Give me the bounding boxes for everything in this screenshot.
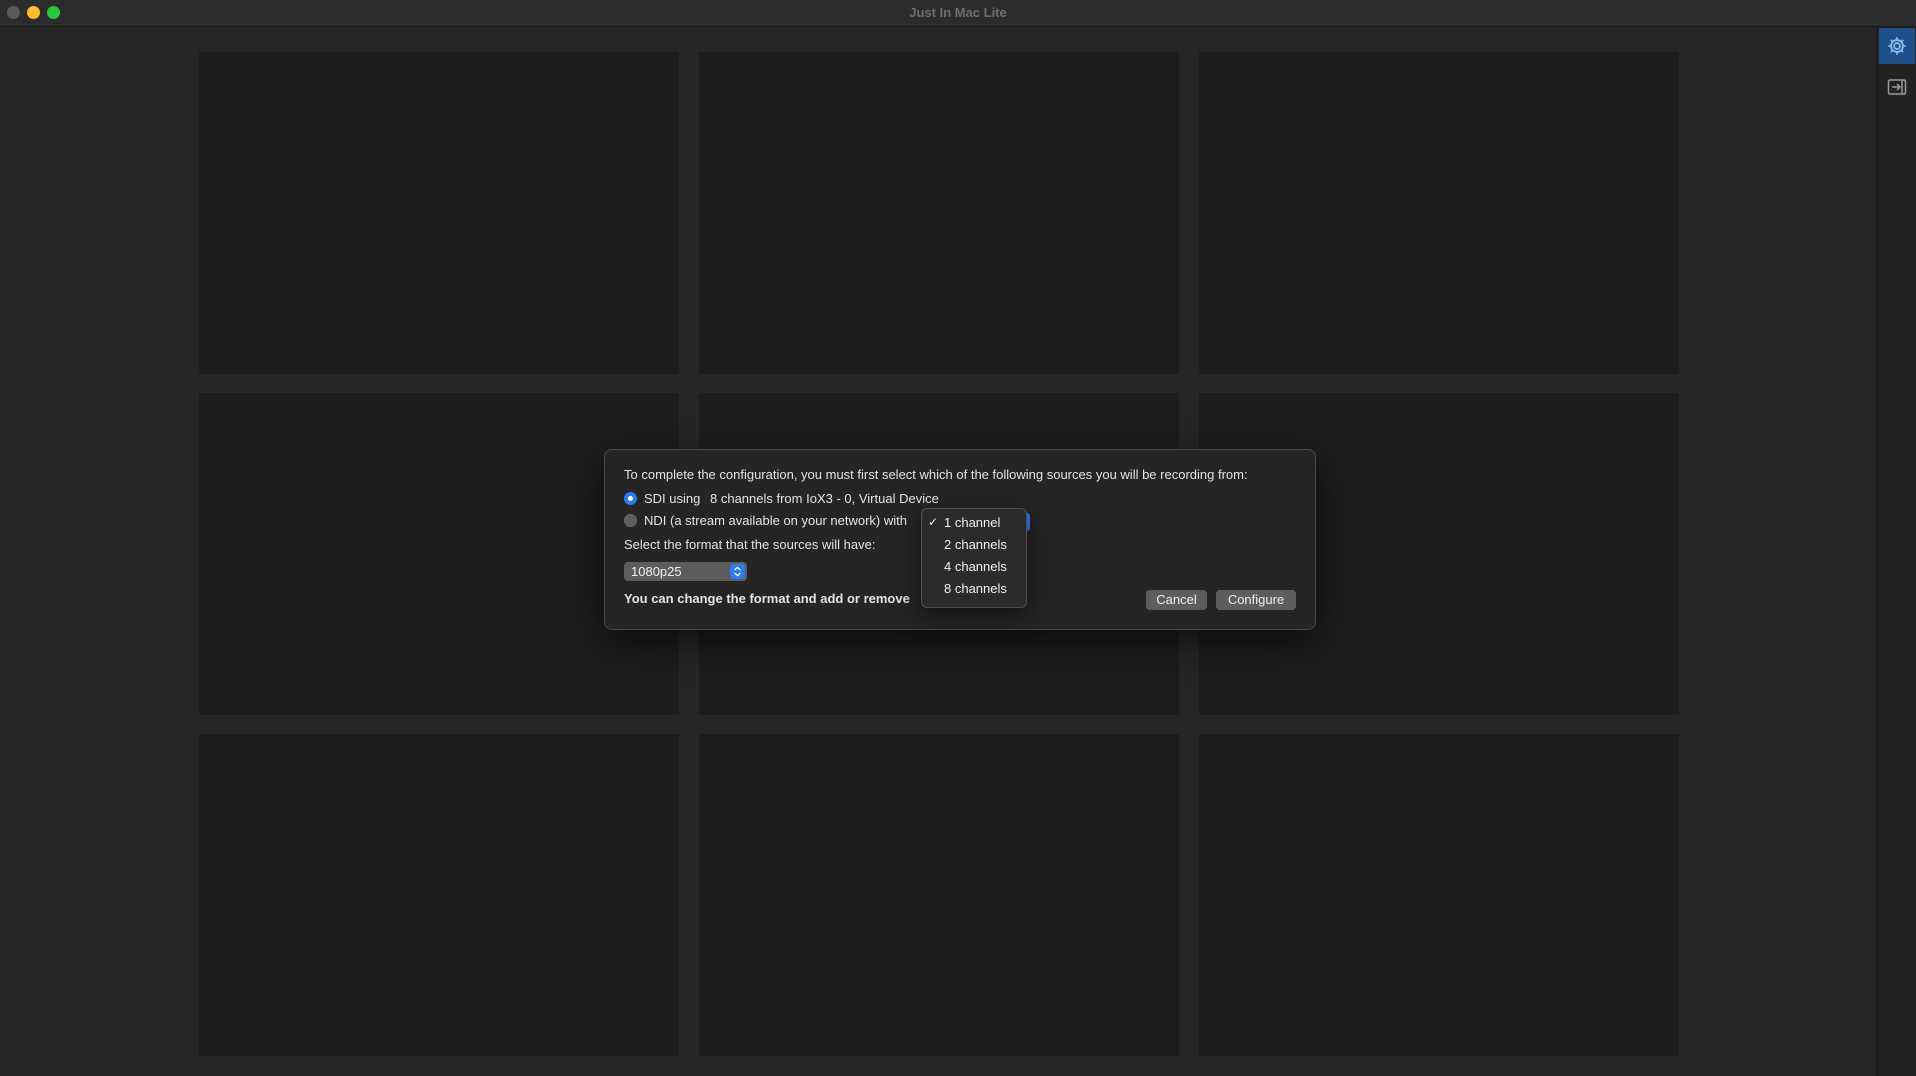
- video-tile[interactable]: [1199, 734, 1679, 1056]
- export-panel-button[interactable]: [1879, 69, 1915, 105]
- configure-button[interactable]: Configure: [1216, 590, 1296, 610]
- dialog-note: You can change the format and add or rem…: [624, 591, 910, 606]
- channels-option-2[interactable]: 2 channels: [922, 534, 1026, 556]
- channels-option-8[interactable]: 8 channels: [922, 578, 1026, 600]
- chevron-updown-icon: [730, 564, 745, 579]
- sdi-label[interactable]: SDI using: [644, 491, 700, 506]
- format-select[interactable]: 1080p25: [624, 562, 747, 581]
- dialog-intro-text: To complete the configuration, you must …: [624, 467, 1248, 482]
- window-title: Just In Mac Lite: [909, 5, 1007, 20]
- ndi-radio[interactable]: [624, 514, 637, 527]
- panel-export-icon: [1887, 79, 1907, 95]
- format-prompt: Select the format that the sources will …: [624, 537, 876, 552]
- right-toolbar: [1876, 27, 1916, 1076]
- video-tile[interactable]: [699, 52, 1179, 374]
- sdi-detail: 8 channels from IoX3 - 0, Virtual Device: [710, 491, 939, 506]
- settings-button[interactable]: [1879, 28, 1915, 64]
- video-tile[interactable]: [699, 734, 1179, 1056]
- channels-option-1[interactable]: ✓ 1 channel: [922, 512, 1026, 534]
- gear-icon: [1888, 37, 1906, 55]
- channels-dropdown-menu: ✓ 1 channel 2 channels 4 channels 8 chan…: [921, 508, 1027, 608]
- cancel-button[interactable]: Cancel: [1146, 590, 1207, 610]
- channels-option-4[interactable]: 4 channels: [922, 556, 1026, 578]
- video-tile[interactable]: [199, 52, 679, 374]
- title-bar: Just In Mac Lite: [0, 0, 1916, 27]
- video-tile[interactable]: [1199, 52, 1679, 374]
- ndi-label[interactable]: NDI (a stream available on your network)…: [644, 513, 907, 528]
- video-tile[interactable]: [199, 734, 679, 1056]
- checkmark-icon: ✓: [928, 515, 939, 529]
- format-select-value: 1080p25: [631, 564, 682, 579]
- sdi-radio[interactable]: [624, 492, 637, 505]
